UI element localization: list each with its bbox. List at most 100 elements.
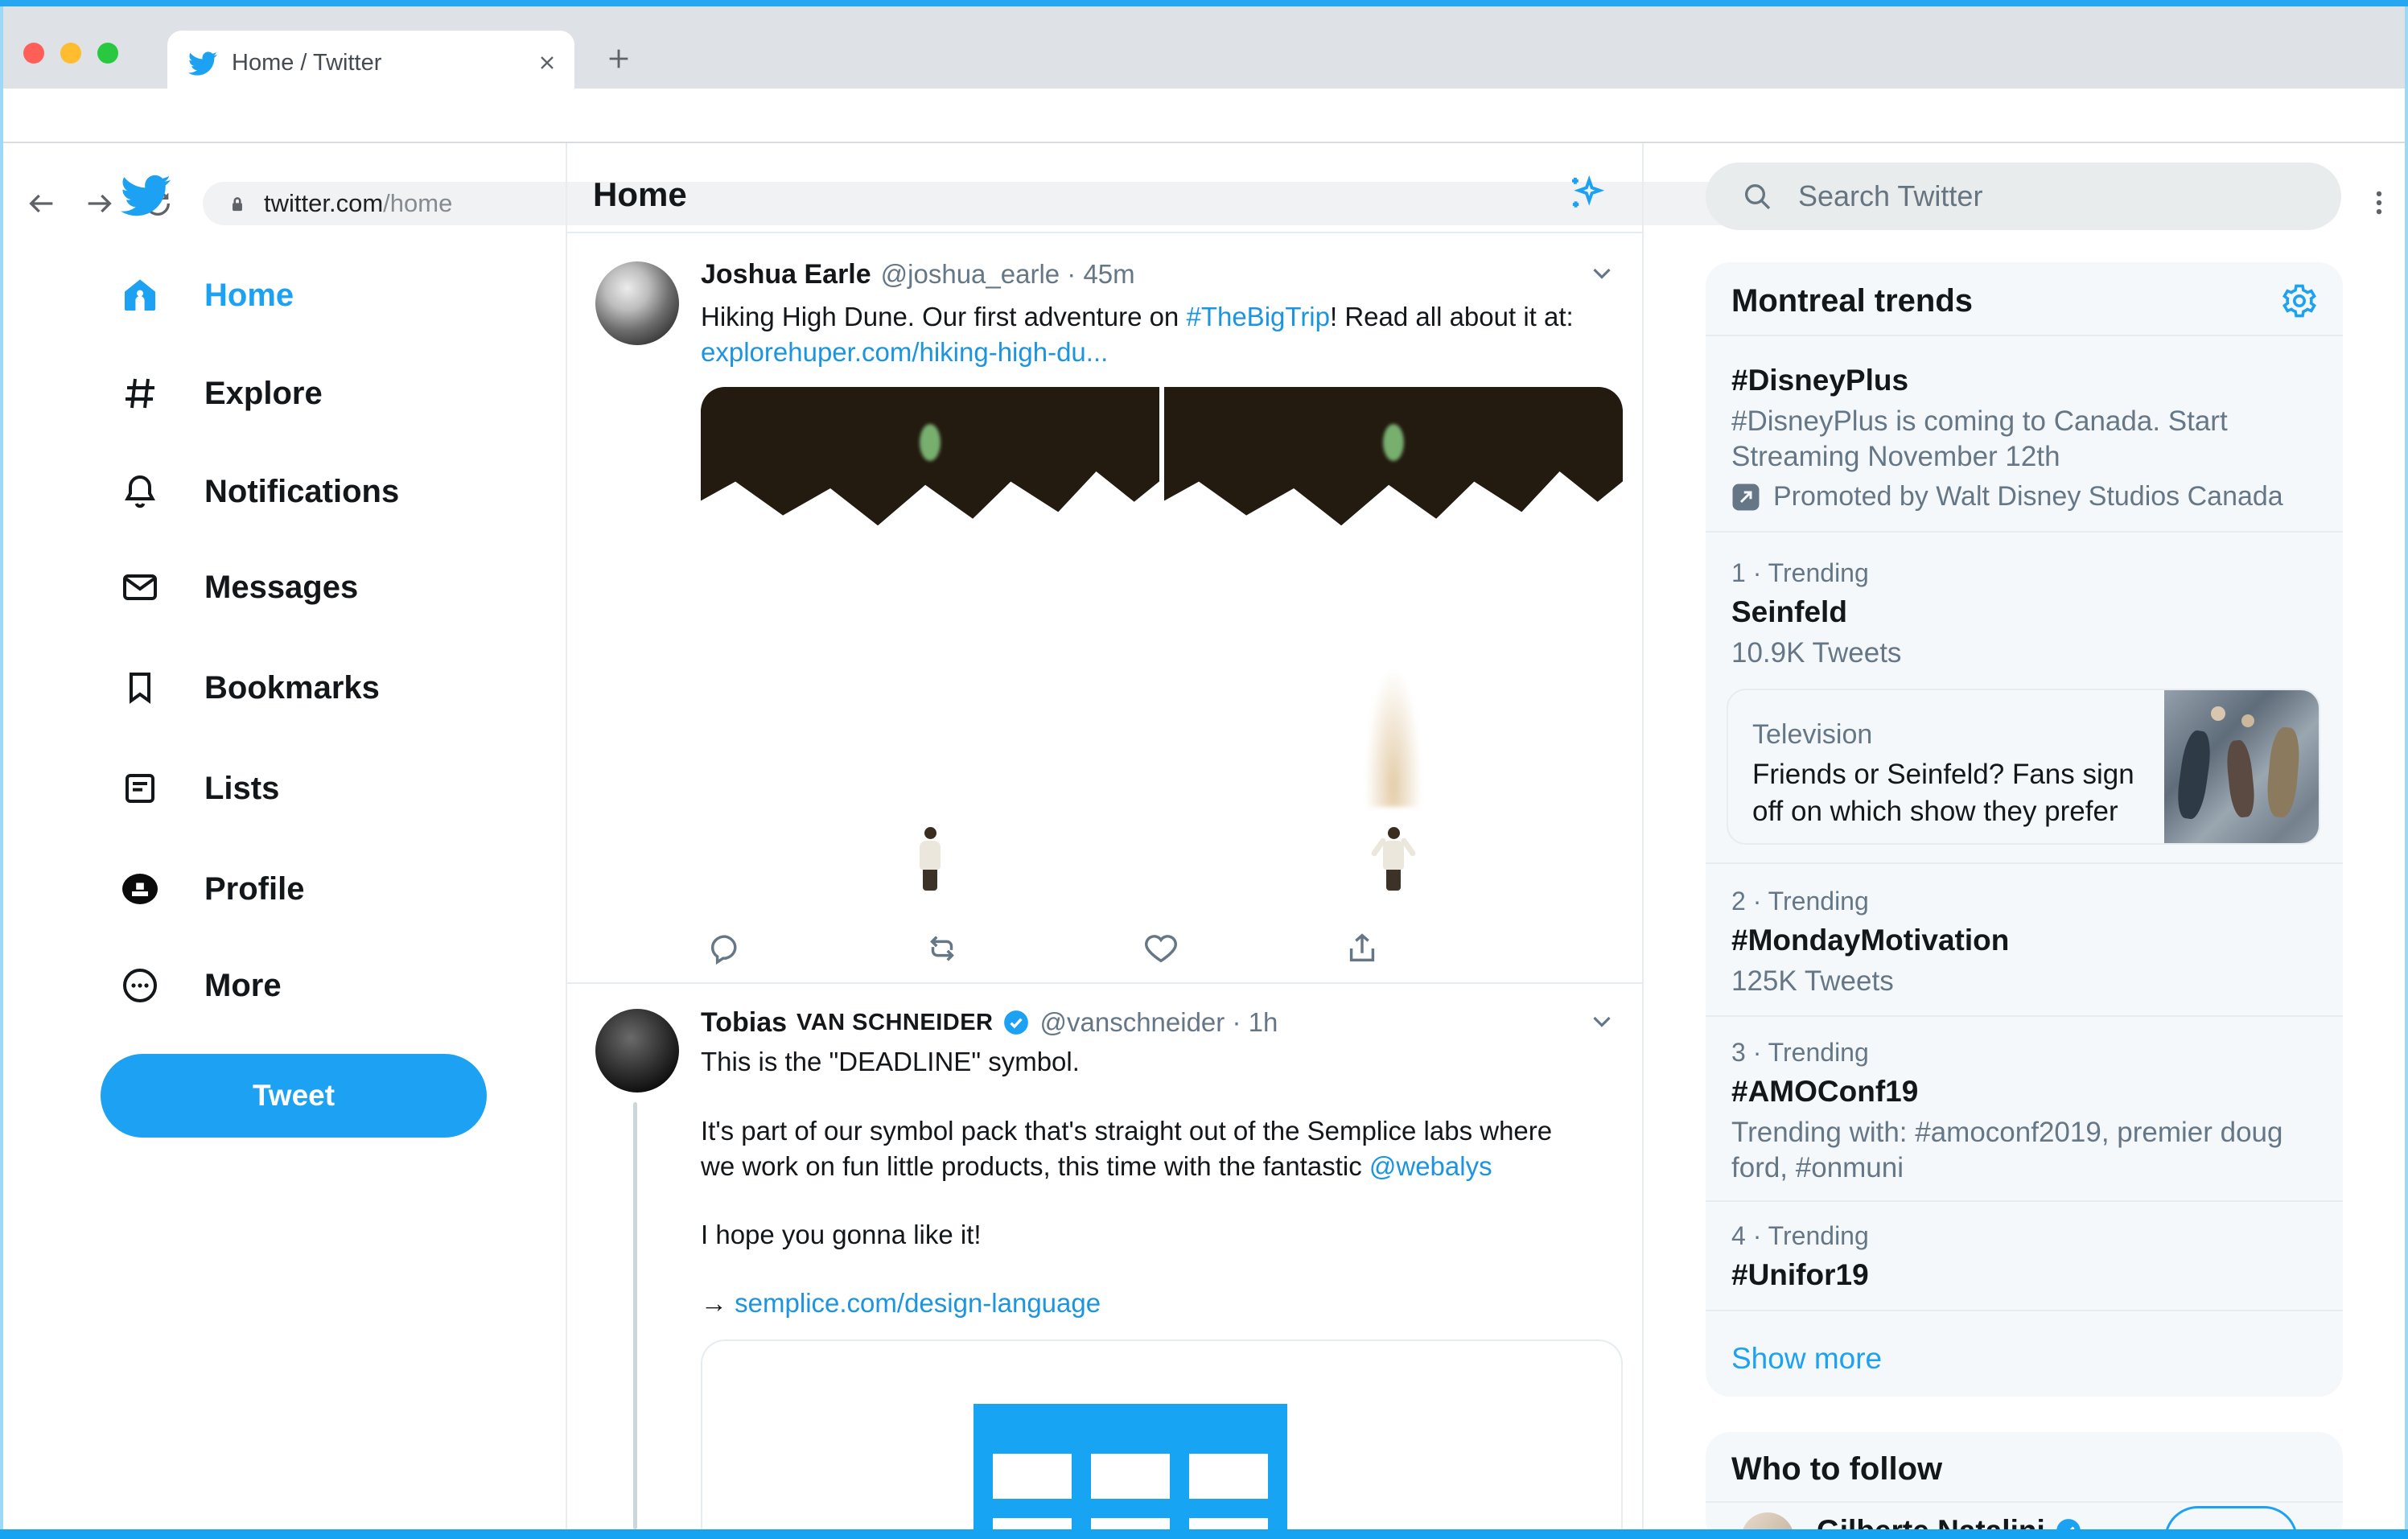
trends-divider bbox=[1706, 862, 2343, 864]
sidebar-item-lists[interactable]: Lists bbox=[121, 764, 279, 813]
sidebar-item-label: Lists bbox=[204, 771, 279, 807]
frame-left-border bbox=[0, 0, 3, 1539]
trend-tag[interactable]: Seinfeld bbox=[1731, 595, 1847, 629]
new-tab-button[interactable] bbox=[605, 45, 632, 72]
mention-link[interactable]: @webalys bbox=[1369, 1151, 1492, 1181]
trend-tag[interactable]: #MondayMotivation bbox=[1731, 924, 2009, 957]
forward-icon[interactable] bbox=[83, 187, 115, 220]
avatar[interactable] bbox=[595, 1009, 679, 1093]
promoted-trend-desc: #DisneyPlus is coming to Canada. Start bbox=[1731, 404, 2228, 439]
back-icon[interactable] bbox=[26, 187, 58, 220]
tweet-author-meta: @vanschneider · 1h bbox=[1039, 1007, 1278, 1038]
window-close-button[interactable] bbox=[23, 43, 44, 64]
hash-icon bbox=[121, 374, 159, 413]
dune-photo-right[interactable]: H © HUPER LTD bbox=[1164, 387, 1623, 895]
page-title: Home bbox=[593, 175, 687, 214]
trend-tag[interactable]: #Unifor19 bbox=[1731, 1258, 1869, 1292]
watermark-credit: © HUPER LTD bbox=[1493, 847, 1605, 866]
tweet-text-line1: Hiking High Dune. Our first adventure on… bbox=[701, 299, 1574, 335]
tweet-text-line: This is the "DEADLINE" symbol. bbox=[701, 1044, 1080, 1080]
window-minimize-button[interactable] bbox=[60, 43, 81, 64]
chrome-divider bbox=[0, 142, 2408, 143]
tweet-button[interactable]: Tweet bbox=[101, 1054, 487, 1138]
tweet-text-line: we work on fun little products, this tim… bbox=[701, 1149, 1492, 1184]
chevron-down-icon[interactable] bbox=[1587, 1006, 1617, 1036]
show-more-link[interactable]: Show more bbox=[1731, 1342, 1882, 1376]
frame-top-border bbox=[0, 0, 2408, 6]
header-divider bbox=[567, 232, 1642, 233]
trend-meta: ford, #onmuni bbox=[1731, 1150, 1904, 1186]
sidebar-item-notifications[interactable]: Notifications bbox=[121, 467, 399, 516]
news-category: Television bbox=[1752, 719, 1872, 751]
sidebar-item-more[interactable]: More bbox=[121, 961, 282, 1010]
trends-divider bbox=[1706, 531, 2343, 533]
tweet-link[interactable]: semplice.com/design-language bbox=[735, 1288, 1101, 1318]
promoted-by-label: Promoted by Walt Disney Studios Canada bbox=[1773, 481, 2283, 512]
trends-divider bbox=[1706, 1015, 2343, 1017]
chevron-down-icon[interactable] bbox=[1587, 257, 1617, 288]
reply-icon[interactable] bbox=[706, 930, 743, 967]
tweet-author-name[interactable]: Joshua Earle bbox=[701, 259, 871, 290]
avatar[interactable] bbox=[595, 261, 679, 345]
trend-rank: 3 · Trending bbox=[1731, 1038, 1869, 1068]
tweet-author-name[interactable]: Tobias bbox=[701, 1007, 787, 1039]
home-icon bbox=[121, 275, 159, 315]
retweet-icon[interactable] bbox=[924, 930, 961, 967]
promoted-arrow-icon bbox=[1731, 483, 1760, 512]
who-to-follow-divider bbox=[1706, 1501, 2343, 1503]
browser-menu-icon[interactable] bbox=[2364, 187, 2394, 219]
sidebar-item-messages[interactable]: Messages bbox=[121, 563, 358, 611]
deadline-symbol bbox=[973, 1404, 1287, 1537]
arrow-glyph: → bbox=[701, 1288, 727, 1318]
window-zoom-button[interactable] bbox=[97, 43, 118, 64]
tweet-author-meta: @joshua_earle · 45m bbox=[881, 259, 1135, 290]
browser-tab[interactable]: Home / Twitter bbox=[167, 31, 574, 95]
url-path: /home bbox=[383, 189, 452, 217]
share-icon[interactable] bbox=[1344, 930, 1381, 967]
tweet-author-name-caps[interactable]: VAN SCHNEIDER bbox=[796, 1010, 993, 1036]
watermark-logo: H bbox=[722, 831, 765, 874]
browser-tab-strip: Home / Twitter bbox=[0, 6, 2408, 88]
promoted-trend-tag[interactable]: #DisneyPlus bbox=[1731, 364, 1908, 397]
sidebar-item-label: Messages bbox=[204, 570, 358, 606]
timeline-sparkle-icon[interactable] bbox=[1566, 172, 1607, 214]
sidebar-main-divider bbox=[566, 143, 567, 1539]
tweet-link-card[interactable] bbox=[701, 1339, 1623, 1537]
twitter-favicon bbox=[188, 49, 217, 78]
tweet-link[interactable]: explorehuper.com/hiking-high-du... bbox=[701, 335, 1108, 370]
trend-meta: Trending with: #amoconf2019, premier dou… bbox=[1731, 1115, 2283, 1150]
tab-close-icon[interactable] bbox=[536, 51, 558, 74]
who-to-follow-title: Who to follow bbox=[1731, 1451, 1942, 1488]
sidebar-item-profile[interactable]: Profile bbox=[121, 865, 304, 913]
tweet-text-line: It's part of our symbol pack that's stra… bbox=[701, 1113, 1552, 1149]
trend-meta: 10.9K Tweets bbox=[1731, 636, 1901, 671]
thread-line bbox=[633, 1102, 637, 1529]
trend-rank: 1 · Trending bbox=[1731, 558, 1869, 588]
gear-icon[interactable] bbox=[2280, 282, 2319, 320]
sidebar-item-home[interactable]: Home bbox=[121, 271, 294, 319]
like-icon[interactable] bbox=[1142, 930, 1179, 967]
trend-rank: 2 · Trending bbox=[1731, 887, 1869, 916]
bookmark-icon bbox=[121, 669, 159, 707]
sidebar-item-label: Home bbox=[204, 278, 294, 314]
news-thumbnail[interactable] bbox=[2164, 690, 2319, 843]
trend-tag[interactable]: #AMOConf19 bbox=[1731, 1075, 1918, 1109]
trends-divider bbox=[1706, 1200, 2343, 1202]
profile-avatar-icon bbox=[121, 869, 159, 909]
sidebar-item-explore[interactable]: Explore bbox=[121, 369, 323, 418]
tweet-photo-grid[interactable]: H © HUPER LTD H © HUPER LTD bbox=[701, 387, 1623, 895]
trend-rank: 4 · Trending bbox=[1731, 1221, 1869, 1251]
sidebar-item-label: Bookmarks bbox=[204, 670, 380, 706]
frame-right-border bbox=[2405, 0, 2408, 1539]
trends-divider bbox=[1706, 1310, 2343, 1311]
search-input[interactable] bbox=[1798, 175, 2297, 217]
sidebar-item-bookmarks[interactable]: Bookmarks bbox=[121, 664, 380, 712]
search-icon bbox=[1741, 180, 1773, 212]
sidebar-item-label: Notifications bbox=[204, 474, 399, 510]
list-icon bbox=[121, 769, 159, 808]
hashtag-link[interactable]: #TheBigTrip bbox=[1186, 302, 1330, 331]
frame-bottom-border bbox=[0, 1529, 2408, 1539]
sidebar-item-label: Explore bbox=[204, 376, 323, 412]
dune-photo-left[interactable]: H © HUPER LTD bbox=[701, 387, 1159, 895]
twitter-logo[interactable] bbox=[121, 171, 171, 220]
